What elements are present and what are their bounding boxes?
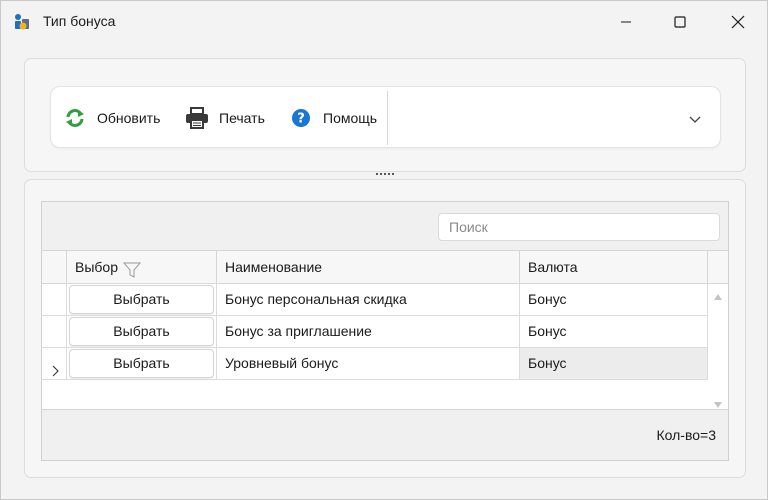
row-indicator-cell <box>42 316 67 347</box>
column-header-name[interactable]: Наименование <box>217 251 520 283</box>
toolbar: Обновить Печать ? Помощь <box>50 86 721 148</box>
toolbar-separator <box>387 91 388 145</box>
window-title: Тип бонуса <box>43 13 116 29</box>
row-indicator-cell <box>42 348 67 379</box>
current-row-arrow-icon <box>50 357 60 377</box>
grid-panel: Выбор Наименование Валюта Выбрать Бонус … <box>24 179 746 478</box>
scroll-down-icon[interactable] <box>713 396 723 408</box>
refresh-icon <box>63 106 87 130</box>
maximize-icon <box>674 16 686 28</box>
name-cell[interactable]: Уровневый бонус <box>217 348 520 379</box>
svg-text:?: ? <box>297 112 305 127</box>
select-button[interactable]: Выбрать <box>69 285 214 314</box>
select-button[interactable]: Выбрать <box>69 349 214 378</box>
table-row[interactable]: Выбрать Бонус персональная скидка Бонус <box>42 284 708 316</box>
name-cell[interactable]: Бонус за приглашение <box>217 316 520 347</box>
print-button[interactable]: Печать <box>185 101 265 135</box>
header-indicator-cell <box>42 251 67 283</box>
close-icon <box>731 15 745 29</box>
bonus-type-app-icon <box>13 13 31 31</box>
minimize-button[interactable] <box>603 1 649 43</box>
splitter-grip[interactable] <box>376 172 394 178</box>
row-count-label: Кол-во=3 <box>656 427 717 443</box>
vertical-scrollbar[interactable] <box>708 284 728 409</box>
refresh-label: Обновить <box>97 110 161 126</box>
printer-icon <box>185 106 209 130</box>
select-cell: Выбрать <box>67 316 217 347</box>
currency-cell[interactable]: Бонус <box>520 316 708 347</box>
grid-footer: Кол-во=3 <box>42 409 728 460</box>
select-cell: Выбрать <box>67 284 217 315</box>
filter-icon[interactable] <box>122 258 142 278</box>
help-button[interactable]: ? Помощь <box>289 101 377 135</box>
column-header-select[interactable]: Выбор <box>67 251 217 283</box>
bonus-type-window: Тип бонуса Обновить Печать ? Помощь Поис… <box>0 0 768 500</box>
select-button[interactable]: Выбрать <box>69 317 214 346</box>
column-header-currency[interactable]: Валюта <box>520 251 708 283</box>
currency-cell[interactable]: Бонус <box>520 284 708 315</box>
grid-search-bar <box>42 202 728 251</box>
title-bar[interactable]: Тип бонуса <box>1 1 767 43</box>
currency-cell-focused[interactable]: Бонус <box>520 348 708 379</box>
toolbar-panel: Обновить Печать ? Помощь <box>24 58 746 172</box>
row-indicator-cell <box>42 284 67 315</box>
search-input[interactable] <box>438 213 720 241</box>
table-row-current[interactable]: Выбрать Уровневый бонус Бонус <box>42 348 708 380</box>
select-cell: Выбрать <box>67 348 217 379</box>
scroll-up-icon[interactable] <box>713 288 723 300</box>
data-grid: Выбор Наименование Валюта Выбрать Бонус … <box>41 201 729 461</box>
table-row[interactable]: Выбрать Бонус за приглашение Бонус <box>42 316 708 348</box>
maximize-button[interactable] <box>657 1 703 43</box>
grid-header: Выбор Наименование Валюта <box>42 251 728 284</box>
print-label: Печать <box>219 110 265 126</box>
close-button[interactable] <box>715 1 761 43</box>
header-scroll-corner <box>708 251 728 283</box>
chevron-down-icon[interactable] <box>687 111 703 127</box>
minimize-icon <box>621 21 631 23</box>
column-header-select-label: Выбор <box>75 259 118 275</box>
help-icon: ? <box>289 106 313 130</box>
help-label: Помощь <box>323 110 378 126</box>
name-cell[interactable]: Бонус персональная скидка <box>217 284 520 315</box>
refresh-button[interactable]: Обновить <box>63 101 160 135</box>
